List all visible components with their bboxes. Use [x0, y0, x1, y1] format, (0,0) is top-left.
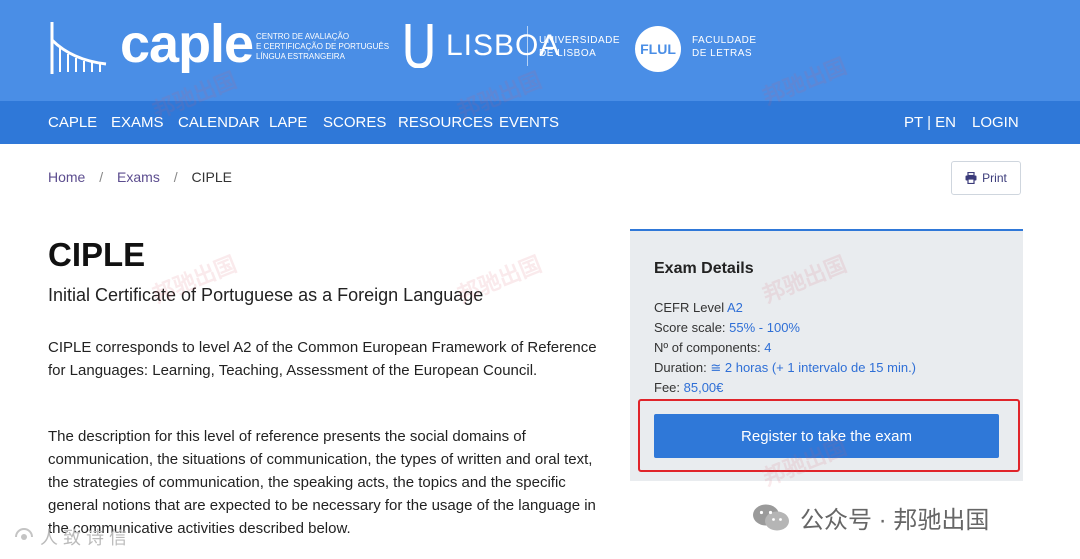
detail-duration: Duration: ≅ 2 horas (+ 1 intervalo de 15…: [654, 360, 916, 376]
detail-value: 55% - 100%: [729, 320, 800, 335]
ulisboa-u-icon[interactable]: [404, 22, 434, 68]
nav-item-calendar[interactable]: CALENDAR: [178, 101, 260, 144]
ulisboa-tagline-line: UNIVERSIDADE: [539, 35, 621, 46]
detail-label: Duration:: [654, 360, 711, 375]
caple-logo-icon[interactable]: [48, 20, 108, 76]
flul-tagline: FACULDADE DE LETRAS: [692, 34, 757, 60]
brand-divider: [527, 26, 528, 66]
print-label: Print: [982, 171, 1007, 185]
detail-value: A2: [726, 300, 743, 315]
nav-item-caple[interactable]: CAPLE: [48, 101, 97, 144]
login-link[interactable]: LOGIN: [972, 101, 1019, 144]
breadcrumb-home[interactable]: Home: [48, 169, 85, 185]
flul-logo[interactable]: FLUL: [635, 26, 681, 72]
flul-tagline-line: DE LETRAS: [692, 48, 753, 59]
exam-details-panel: Exam Details CEFR Level A2 Score scale: …: [630, 229, 1023, 481]
breadcrumb-separator: /: [99, 169, 104, 185]
nav-item-scores[interactable]: SCORES: [323, 101, 386, 144]
corner-watermark-text: 人 致 诗 信: [40, 528, 128, 548]
detail-value: ≅ 2 horas (+ 1 intervalo de 15 min.): [710, 360, 917, 375]
wechat-icon: [753, 504, 789, 530]
nav-item-events[interactable]: EVENTS: [499, 101, 559, 144]
wechat-account-badge: 公众号 · 邦驰出国: [752, 500, 989, 535]
printer-icon: [965, 172, 977, 184]
caple-tagline-line: LÍNGUA ESTRANGEIRA: [256, 52, 345, 61]
language-switch[interactable]: PT | EN: [904, 101, 956, 144]
detail-score-scale: Score scale: 55% - 100%: [654, 320, 800, 335]
register-exam-button[interactable]: Register to take the exam: [654, 414, 999, 458]
breadcrumb-separator: /: [173, 169, 178, 185]
description-paragraph: The description for this level of refere…: [48, 428, 596, 537]
caple-tagline: CENTRO DE AVALIAÇÃO E CERTIFICAÇÃO DE PO…: [256, 32, 396, 62]
ulisboa-tagline-line: DE LISBOA: [539, 48, 597, 59]
detail-value: 4: [764, 340, 772, 355]
exam-details-title: Exam Details: [654, 260, 754, 277]
breadcrumb-current: CIPLE: [191, 169, 232, 185]
breadcrumb-exams[interactable]: Exams: [117, 169, 160, 185]
detail-cefr-level: CEFR Level A2: [654, 300, 743, 315]
detail-value: 85,00€: [683, 380, 724, 395]
nav-item-lape[interactable]: LAPE: [269, 101, 307, 144]
detail-fee: Fee: 85,00€: [654, 380, 723, 395]
intro-paragraph: CIPLE corresponds to level A2 of the Com…: [48, 339, 597, 379]
page-title: CIPLE: [48, 236, 146, 273]
caple-tagline-line: E CERTIFICAÇÃO DE PORTUGUÊS: [256, 42, 390, 51]
caple-wordmark[interactable]: caple: [120, 14, 254, 74]
wechat-account-name: 公众号 · 邦驰出国: [800, 507, 990, 534]
caple-tagline-line: CENTRO DE AVALIAÇÃO: [256, 32, 350, 41]
breadcrumb: Home / Exams / CIPLE: [48, 168, 232, 186]
nav-item-exams[interactable]: EXAMS: [111, 101, 164, 144]
flul-tagline-line: FACULDADE: [692, 35, 757, 46]
detail-label: Fee:: [654, 380, 684, 395]
page-subtitle: Initial Certificate of Portuguese as a F…: [48, 285, 484, 305]
corner-watermark: 人 致 诗 信: [14, 524, 127, 550]
detail-label: CEFR Level: [654, 300, 727, 315]
nav-item-resources[interactable]: RESOURCES: [398, 101, 493, 144]
detail-label: Score scale:: [654, 320, 730, 335]
print-button[interactable]: Print: [951, 161, 1021, 195]
detail-label: Nº of components:: [654, 340, 765, 355]
ulisboa-tagline: UNIVERSIDADE DE LISBOA: [539, 34, 620, 60]
corner-logo-icon: [15, 528, 33, 540]
detail-components: Nº of components: 4: [654, 340, 771, 355]
